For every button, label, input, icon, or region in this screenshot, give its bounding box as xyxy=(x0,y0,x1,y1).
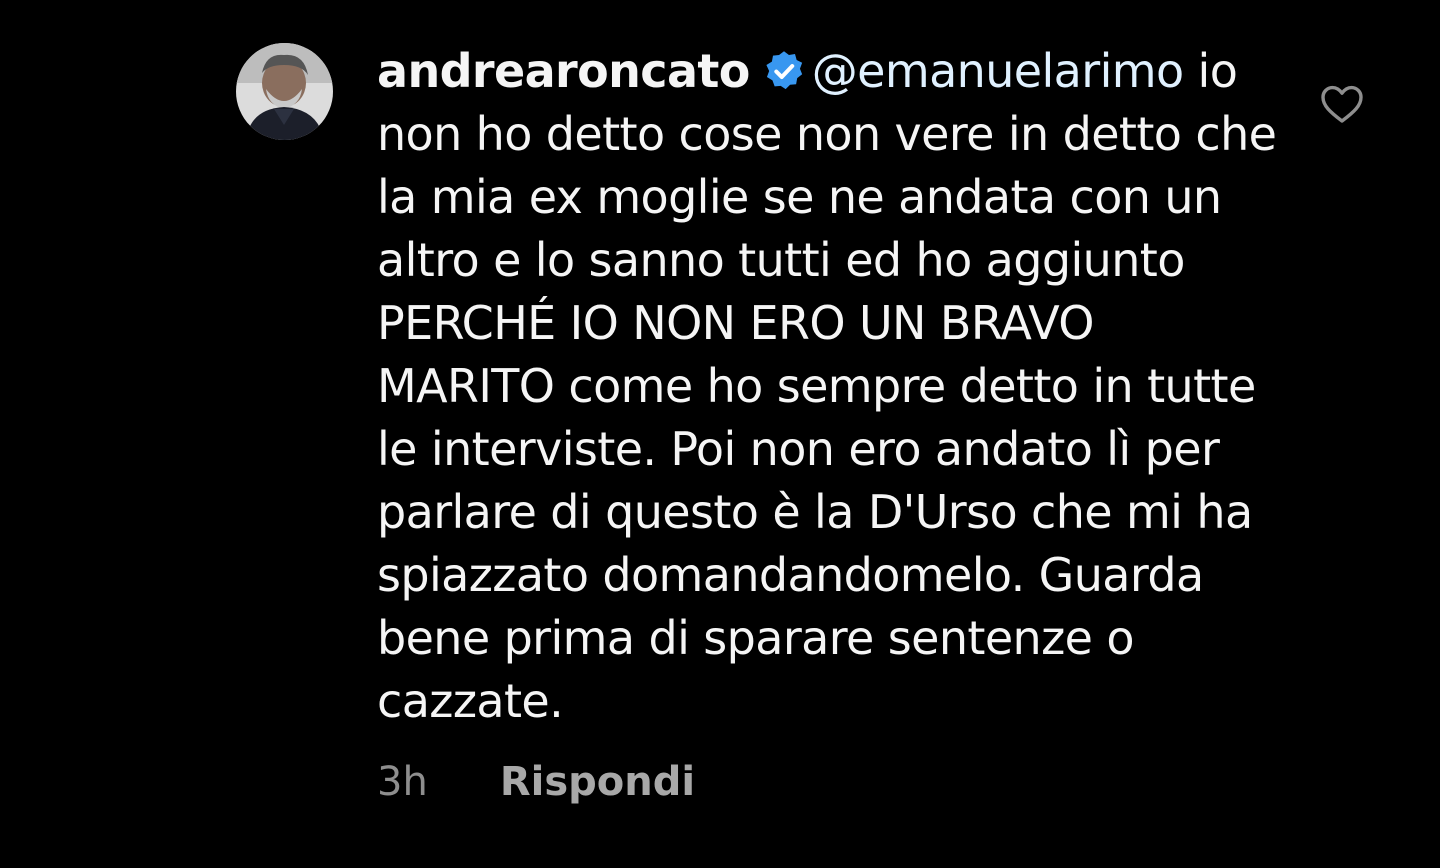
comment-timestamp: 3h xyxy=(377,759,428,805)
heart-outline-icon xyxy=(1321,85,1363,123)
reply-button[interactable]: Rispondi xyxy=(500,754,695,810)
verified-badge-icon xyxy=(762,46,806,90)
like-button[interactable] xyxy=(1318,80,1366,128)
comment-username[interactable]: andrearoncato xyxy=(377,44,750,98)
avatar-image xyxy=(236,43,333,140)
comment-text: io non ho detto cose non vere in detto c… xyxy=(377,44,1277,728)
comment-meta: 3h Rispondi xyxy=(377,754,695,810)
user-avatar[interactable] xyxy=(236,43,333,140)
comment: andrearoncato @emanuelarimo io non ho det… xyxy=(0,0,1440,868)
comment-mention[interactable]: @emanuelarimo xyxy=(812,44,1184,98)
comment-body: andrearoncato @emanuelarimo io non ho det… xyxy=(377,40,1277,733)
